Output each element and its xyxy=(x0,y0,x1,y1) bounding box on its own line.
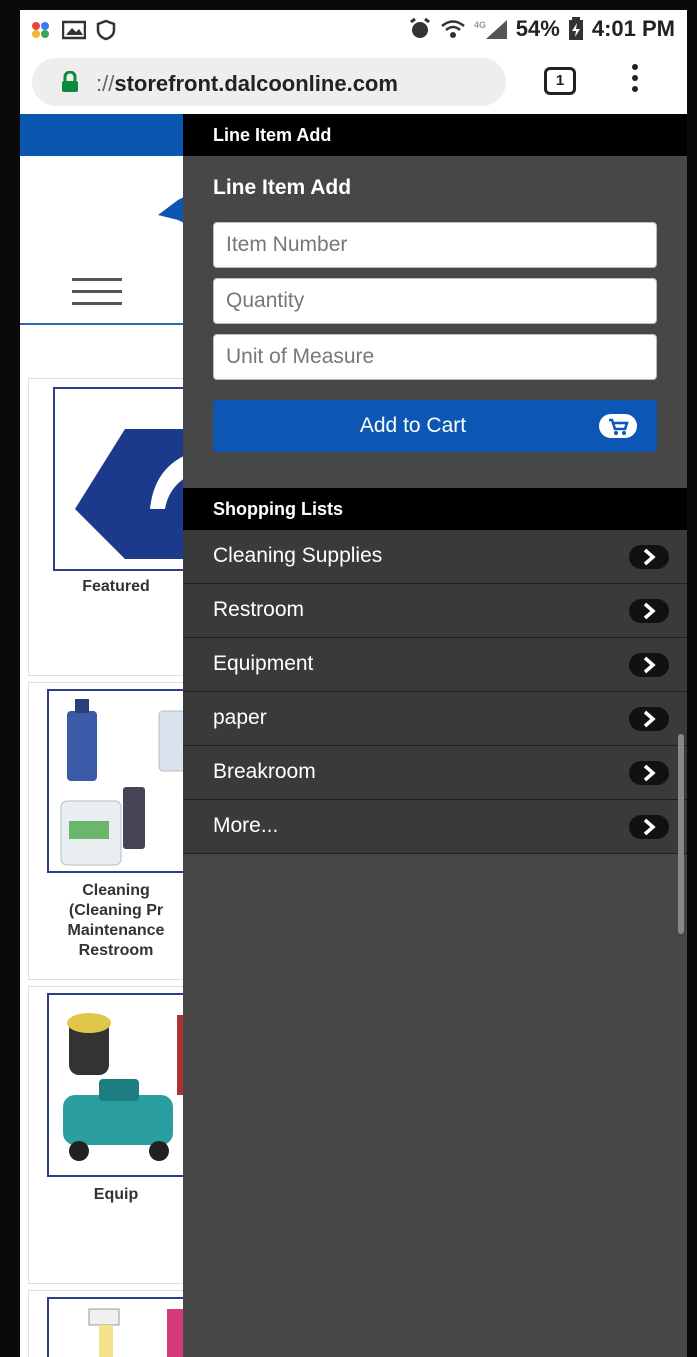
shopping-lists-title: Shopping Lists xyxy=(213,499,343,519)
drawer-header-title: Line Item Add xyxy=(213,125,332,145)
shopping-list-item[interactable]: Equipment xyxy=(183,638,687,692)
add-to-cart-label: Add to Cart xyxy=(359,414,467,437)
shopping-list-item[interactable]: Cleaning Supplies xyxy=(183,530,687,584)
shopping-lists-header: Shopping Lists xyxy=(183,488,687,530)
category-card[interactable]: Featured xyxy=(28,378,203,676)
line-item-add-title: Line Item Add xyxy=(213,176,352,199)
address-bar[interactable]: ://storefront.dalcoonline.com xyxy=(32,58,506,106)
lock-icon xyxy=(62,71,78,92)
shopping-list-label: Restroom xyxy=(213,598,305,621)
category-image xyxy=(47,1297,197,1357)
signal-icon: 4G xyxy=(474,20,507,39)
shield-icon xyxy=(96,19,116,41)
alarm-icon xyxy=(409,17,430,38)
phone-screen: 4G 54% 4:01 PM ://storefront.dalcoonline… xyxy=(20,10,687,1357)
cart-icon xyxy=(599,414,637,438)
svg-text:4G: 4G xyxy=(474,20,486,30)
tab-switcher-button[interactable]: 1 xyxy=(544,67,576,95)
shopping-list-item[interactable]: paper xyxy=(183,692,687,746)
category-image xyxy=(47,993,197,1177)
unit-of-measure-input[interactable] xyxy=(213,334,657,380)
shopping-list-label: Equipment xyxy=(213,652,314,675)
shopping-list-label: paper xyxy=(213,706,267,729)
add-to-cart-button[interactable]: Add to Cart xyxy=(213,400,657,452)
battery-icon xyxy=(568,17,583,40)
clock: 4:01 PM xyxy=(591,16,675,41)
more-options-icon[interactable] xyxy=(628,64,642,100)
browser-toolbar: ://storefront.dalcoonline.com 1 xyxy=(20,50,687,114)
category-card[interactable]: Equip xyxy=(28,986,202,1284)
shopping-list-item[interactable]: Breakroom xyxy=(183,746,687,800)
drawer-scrollbar[interactable] xyxy=(678,734,684,934)
quick-order-drawer: Line Item Add Line Item Add Add to Cart … xyxy=(183,114,687,1357)
shopping-list-label: More... xyxy=(213,814,279,837)
category-label: Featured xyxy=(82,578,150,595)
category-card[interactable]: Cleaning (Cleaning Pr Maintenance Restro… xyxy=(28,682,202,980)
category-image xyxy=(53,387,203,571)
shopping-list-item-more[interactable]: More... xyxy=(183,800,687,854)
category-label: Maintenance xyxy=(67,922,165,939)
category-label: Restroom xyxy=(78,942,154,959)
category-image xyxy=(47,689,197,873)
quantity-input[interactable] xyxy=(213,278,657,324)
app-notification-icon xyxy=(32,22,49,38)
wifi-icon xyxy=(441,20,465,38)
image-notification-icon xyxy=(62,20,86,40)
chevron-right-icon xyxy=(629,599,669,623)
category-card[interactable] xyxy=(28,1290,202,1357)
category-label: (Cleaning Pr xyxy=(68,902,164,919)
chevron-right-icon xyxy=(629,653,669,677)
url-text: ://storefront.dalcoonline.com xyxy=(96,71,398,96)
site-header-divider xyxy=(20,323,200,325)
chevron-right-icon xyxy=(629,761,669,785)
category-label: Cleaning xyxy=(82,882,150,899)
shopping-list-item[interactable]: Restroom xyxy=(183,584,687,638)
category-label: Equip xyxy=(93,1186,139,1203)
battery-percent: 54% xyxy=(515,16,560,41)
chevron-right-icon xyxy=(629,707,669,731)
shopping-list-label: Breakroom xyxy=(213,760,316,783)
shopping-list-label: Cleaning Supplies xyxy=(213,544,383,567)
status-bar: 4G 54% 4:01 PM xyxy=(20,10,687,50)
chevron-right-icon xyxy=(629,545,669,569)
chevron-right-icon xyxy=(629,815,669,839)
item-number-input[interactable] xyxy=(213,222,657,268)
drawer-header: Line Item Add xyxy=(183,114,687,156)
site-menu-icon[interactable] xyxy=(72,278,122,306)
